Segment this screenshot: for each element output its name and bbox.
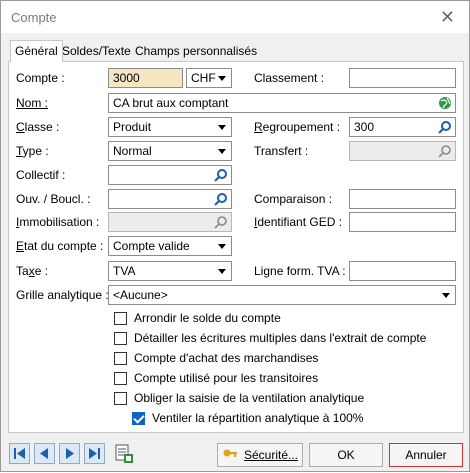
- type-value: Normal: [113, 144, 152, 158]
- classe-value: Produit: [113, 120, 152, 134]
- annuler-button[interactable]: Annuler: [389, 443, 463, 467]
- last-record-icon: [89, 448, 100, 459]
- grille-analytique-select[interactable]: <Aucune>: [108, 285, 456, 305]
- checkbox[interactable]: [114, 352, 127, 365]
- classe-label: Classe :: [16, 120, 60, 134]
- chevron-down-icon: [442, 293, 450, 298]
- taxe-value: TVA: [113, 264, 136, 278]
- search-icon[interactable]: [214, 192, 228, 206]
- regroupement-value: 300: [354, 120, 375, 134]
- chevron-down-icon: [218, 125, 226, 130]
- ligne-form-tva-label: Ligne form. TVA :: [254, 264, 346, 278]
- chevron-down-icon: [218, 149, 226, 154]
- etat-label: Etat du compte :: [16, 239, 104, 253]
- checkbox[interactable]: [114, 312, 127, 325]
- currency-value: CHF: [191, 71, 216, 85]
- previous-record-button[interactable]: [34, 443, 55, 464]
- checkbox-label: Arrondir le solde du compte: [134, 311, 281, 325]
- grille-analytique-value: <Aucune>: [113, 288, 168, 302]
- key-icon: [223, 449, 237, 457]
- etat-select[interactable]: Compte valide: [108, 236, 232, 256]
- account-dialog: Compte ✕ Général Soldes/Texte Champs per…: [0, 0, 470, 472]
- identifiant-ged-field[interactable]: [349, 212, 456, 232]
- search-icon[interactable]: [438, 120, 452, 134]
- nom-field[interactable]: CA brut aux comptant: [108, 93, 456, 113]
- classement-label: Classement :: [254, 71, 325, 85]
- taxe-label: Taxe :: [16, 264, 49, 278]
- checkbox-label: Compte d'achat des marchandises: [134, 351, 319, 365]
- checkbox-label: Détailler les écritures multiples dans l…: [134, 331, 427, 345]
- classement-field[interactable]: [349, 68, 456, 88]
- checkbox[interactable]: [114, 392, 127, 405]
- ouv-boucl-field[interactable]: [108, 189, 232, 209]
- chevron-down-icon: [218, 76, 226, 81]
- checkbox-label: Compte utilisé pour les transitoires: [134, 371, 319, 385]
- regroupement-field[interactable]: 300: [349, 117, 456, 137]
- securite-button[interactable]: Sécurité...: [217, 443, 303, 467]
- comparaison-label: Comparaison :: [254, 192, 333, 206]
- checkbox[interactable]: [114, 332, 127, 345]
- tab-label: Général: [15, 44, 58, 58]
- first-record-button[interactable]: [9, 443, 30, 464]
- ok-label: OK: [337, 448, 355, 462]
- compte-field[interactable]: 3000: [108, 68, 183, 88]
- taxe-select[interactable]: TVA: [108, 261, 232, 281]
- document-icon: [115, 444, 133, 463]
- previous-record-icon: [40, 448, 48, 459]
- currency-select[interactable]: CHF: [186, 68, 232, 88]
- next-record-icon: [66, 448, 74, 459]
- globe-icon[interactable]: [438, 96, 452, 110]
- etat-value: Compte valide: [113, 239, 190, 253]
- tab-label: Soldes/Texte: [62, 44, 131, 58]
- tab-champs-personnalises[interactable]: Champs personnalisés: [131, 41, 261, 61]
- nom-label: Nom :: [16, 96, 49, 110]
- document-button[interactable]: [113, 443, 135, 465]
- type-select[interactable]: Normal: [108, 141, 232, 161]
- ok-button[interactable]: OK: [309, 443, 383, 467]
- checkbox-checked[interactable]: [132, 412, 145, 425]
- transfert-label: Transfert :: [254, 144, 309, 158]
- tab-general[interactable]: Général: [10, 40, 63, 62]
- tab-label: Champs personnalisés: [135, 44, 258, 58]
- immobilisation-label: Immobilisation :: [16, 215, 100, 229]
- grille-analytique-label: Grille analytique :: [16, 288, 109, 302]
- checkbox-label: Ventiler la répartition analytique à 100…: [152, 411, 364, 425]
- first-record-icon: [14, 448, 25, 459]
- next-record-button[interactable]: [59, 443, 80, 464]
- compte-label: Compte :: [16, 71, 65, 85]
- comparaison-field[interactable]: [349, 189, 456, 209]
- collectif-field[interactable]: [108, 165, 232, 185]
- annuler-label: Annuler: [405, 448, 447, 462]
- search-icon: [214, 216, 227, 229]
- classe-select[interactable]: Produit: [108, 117, 232, 137]
- title-bar: Compte ✕: [1, 1, 469, 33]
- type-label: Type :: [16, 144, 49, 158]
- tab-soldes-texte[interactable]: Soldes/Texte: [58, 41, 135, 61]
- checkbox[interactable]: [114, 372, 127, 385]
- transfert-field: [349, 141, 456, 161]
- ligne-form-tva-field[interactable]: [349, 261, 456, 281]
- close-icon[interactable]: ✕: [440, 7, 455, 28]
- nom-value: CA brut aux comptant: [113, 96, 229, 110]
- checkbox-label: Obliger la saisie de la ventilation anal…: [134, 391, 365, 405]
- chevron-down-icon: [218, 244, 226, 249]
- securite-label: Sécurité...: [243, 448, 299, 462]
- search-icon: [438, 145, 451, 158]
- window-title: Compte: [11, 10, 57, 25]
- bottom-bar: Sécurité... OK Annuler: [1, 437, 469, 473]
- ouv-boucl-label: Ouv. / Boucl. :: [16, 192, 91, 206]
- chevron-down-icon: [218, 269, 226, 274]
- search-icon[interactable]: [214, 168, 228, 182]
- regroupement-label: Regroupement :: [254, 120, 341, 134]
- immobilisation-field: [108, 212, 232, 232]
- collectif-label: Collectif :: [16, 168, 66, 182]
- last-record-button[interactable]: [84, 443, 105, 464]
- identifiant-ged-label: Identifiant GED :: [254, 215, 343, 229]
